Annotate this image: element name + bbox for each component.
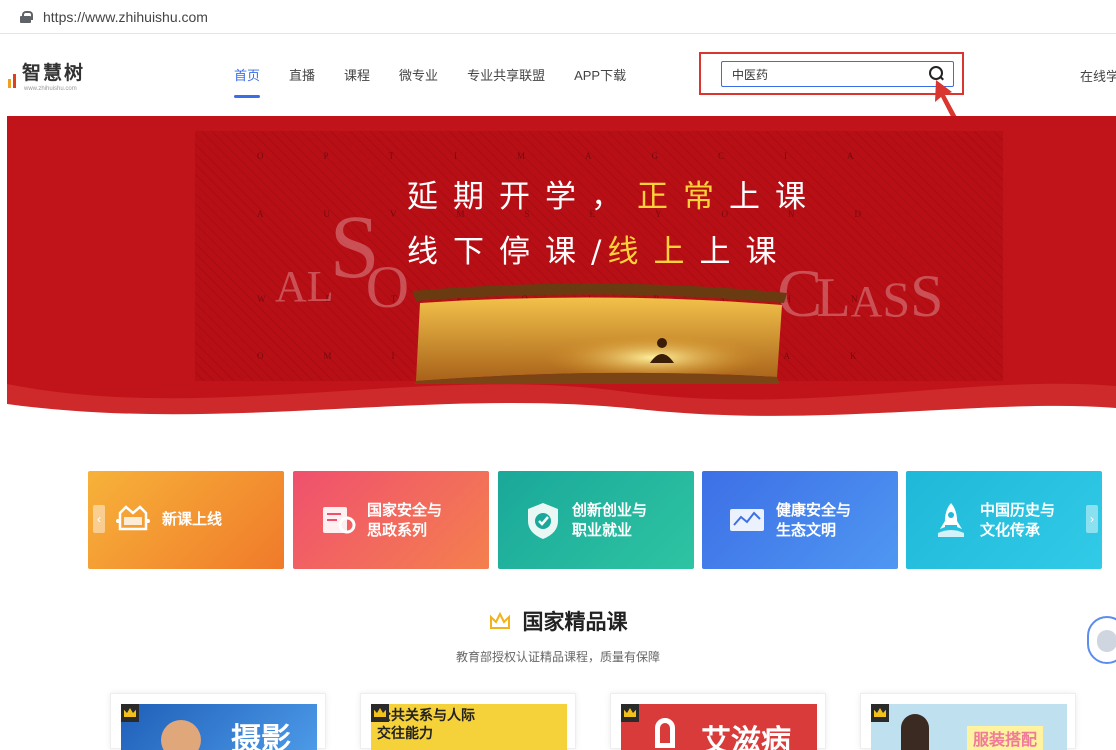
nav-micro-major[interactable]: 微专业	[399, 65, 438, 84]
hero-headline-1: 延期开学，正常上课	[407, 179, 821, 215]
course-thumbnail: 艾滋病	[621, 704, 817, 750]
category-card-innovation[interactable]: 创新创业与 职业就业	[498, 471, 694, 569]
category-card-security[interactable]: 国家安全与 思政系列	[293, 471, 489, 569]
course-thumbnail: 公共关系与人际交往能力	[371, 704, 567, 750]
hero-headline-2: 线下停课/线上上课	[407, 234, 792, 270]
hero-wave-decoration	[7, 383, 1116, 432]
nav-courses[interactable]: 课程	[344, 65, 370, 84]
document-search-icon	[323, 507, 356, 534]
hero-bg-word-left: ALSO	[275, 198, 410, 320]
lock-icon	[20, 10, 33, 23]
assistant-robot-icon[interactable]	[1087, 616, 1116, 664]
address-bar[interactable]: https://www.zhihuishu.com	[0, 0, 1116, 34]
carousel-next-button[interactable]: ›	[1086, 505, 1098, 533]
chart-board-icon	[730, 509, 764, 531]
rocket-icon	[938, 503, 964, 537]
search-input[interactable]	[722, 62, 912, 86]
shield-check-icon	[528, 503, 558, 539]
hero-deco-letters: OPTIMAGCIA	[257, 151, 914, 161]
category-label: 健康安全与 生态文明	[776, 502, 852, 539]
category-label: 创新创业与 职业就业	[572, 502, 648, 539]
section-subtitle: 教育部授权认证精品课程，质量有保障	[455, 650, 660, 664]
hero-bg-word-right: CLASS	[777, 255, 944, 331]
logo[interactable]: 智慧树 www.zhihuishu.com	[8, 63, 86, 92]
nav-live[interactable]: 直播	[289, 65, 315, 84]
carousel-prev-button[interactable]: ‹	[93, 505, 105, 533]
category-card-new-courses[interactable]: 新课上线	[88, 471, 284, 569]
crown-badge-icon	[371, 704, 389, 722]
category-label: 中国历史与 文化传承	[980, 502, 1056, 539]
category-card-health[interactable]: 健康安全与 生态文明	[702, 471, 898, 569]
category-label: 国家安全与 思政系列	[367, 502, 443, 539]
crown-badge-icon	[871, 704, 889, 722]
logo-subtext: www.zhihuishu.com	[24, 86, 77, 92]
category-label: 新课上线	[162, 511, 223, 528]
nav-home[interactable]: 首页	[234, 65, 261, 98]
course-thumbnail: 服装搭配	[871, 704, 1067, 750]
nav-online-learning[interactable]: 在线学	[1080, 66, 1116, 85]
category-card-history[interactable]: 中国历史与 文化传承	[906, 471, 1102, 569]
calendar-crown-icon	[116, 505, 150, 531]
crown-badge-icon	[621, 704, 639, 722]
course-card[interactable]: 服装搭配	[860, 693, 1076, 750]
top-nav: 智慧树 www.zhihuishu.com 首页 直播 课程 微专业 专业共享联…	[0, 34, 1116, 136]
logo-mark-icon	[8, 66, 18, 88]
search-box[interactable]	[721, 61, 954, 87]
course-card[interactable]: 公共关系与人际交往能力	[360, 693, 576, 750]
nav-app-download[interactable]: APP下载	[574, 65, 626, 84]
category-carousel: 新课上线 国家安全与 思政系列 创新创业与 职业就业 健康安全与 生态文明 中国…	[88, 471, 1102, 569]
url-text[interactable]: https://www.zhihuishu.com	[43, 9, 208, 25]
main-menu: 首页 直播 课程 微专业 专业共享联盟 APP下载	[234, 65, 655, 98]
hero-banner[interactable]: OPTIMAGCIA AUVMSEYOND WETPOLRSHN OMIRCEU…	[7, 116, 1116, 432]
course-thumbnail: 摄影	[121, 704, 317, 750]
logo-text: 智慧树	[22, 63, 86, 84]
section-title: 国家精品课	[522, 611, 628, 634]
section-heading: 国家精品课	[0, 606, 1116, 636]
crown-icon	[489, 611, 510, 629]
course-card[interactable]: 艾滋病	[610, 693, 826, 750]
nav-alliance[interactable]: 专业共享联盟	[467, 65, 545, 84]
crown-badge-icon	[121, 704, 139, 722]
course-card[interactable]: 摄影	[110, 693, 326, 750]
